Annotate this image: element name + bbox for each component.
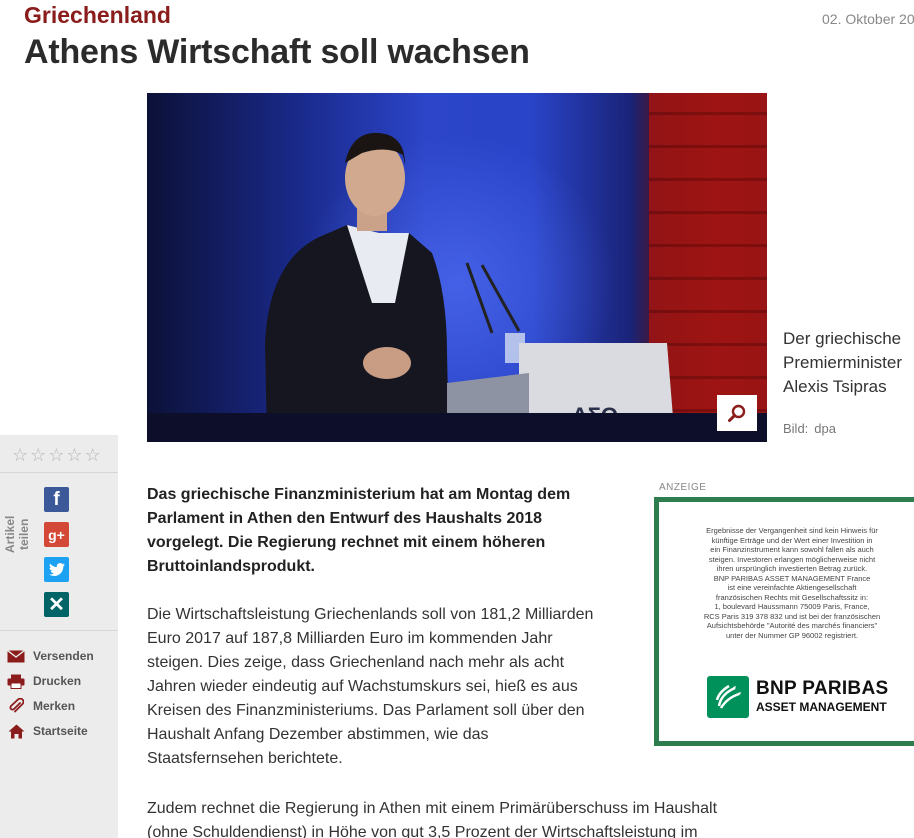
- divider: [0, 472, 118, 473]
- star-icon[interactable]: ☆: [66, 445, 82, 466]
- paragraph-line: (ohne Schuldendienst) in Höhe von gut 3,…: [147, 824, 698, 838]
- star-rating[interactable]: ☆ ☆ ☆ ☆ ☆: [12, 445, 101, 466]
- ad-label: ANZEIGE: [659, 482, 707, 493]
- bookmark-label: Merken: [33, 699, 76, 713]
- ad-line: 1, boulevard Haussmann 75009 Paris, Fran…: [714, 602, 870, 611]
- image-caption: Der griechische Premierminister Alexis T…: [783, 327, 913, 399]
- bnp-logo-icon: [707, 676, 749, 718]
- article-photo[interactable]: ΔΣΘ: [147, 93, 767, 442]
- search-icon: [728, 404, 746, 422]
- article-lead: Das griechische Finanzministerium hat am…: [147, 483, 617, 579]
- star-icon[interactable]: ☆: [85, 445, 101, 466]
- paragraph-line: Die Wirtschaftsleistung Griechenlands so…: [147, 606, 594, 623]
- paragraph-line: Staatsfernsehen berichtete.: [147, 750, 343, 767]
- divider: [0, 630, 118, 631]
- star-icon[interactable]: ☆: [12, 445, 28, 466]
- printer-icon: [7, 674, 25, 689]
- article-paragraph: Die Wirtschaftsleistung Griechenlands so…: [147, 603, 637, 771]
- envelope-icon: [7, 649, 25, 663]
- print-label: Drucken: [33, 674, 82, 688]
- home-label: Startseite: [33, 724, 88, 738]
- caption-line: Premierminister: [783, 353, 903, 372]
- speaker-silhouette: ΔΣΘ: [265, 132, 675, 442]
- xing-icon[interactable]: ✕: [44, 592, 69, 617]
- send-label: Versenden: [33, 649, 94, 663]
- ad-line: unter der Nummer GP 96002 registriert.: [725, 630, 858, 640]
- zoom-button[interactable]: [717, 395, 757, 431]
- brand-subtitle: ASSET MANAGEMENT: [756, 700, 887, 714]
- caption-line: Der griechische: [783, 329, 902, 348]
- ad-line: ihren ursprünglich investierten Betrag z…: [716, 564, 868, 573]
- twitter-icon[interactable]: [44, 557, 69, 582]
- ad-line: ist eine vereinfachte Aktiengesellschaft: [727, 583, 857, 592]
- paragraph-line: steigen. Dies zeige, dass Griechenland n…: [147, 654, 565, 671]
- paragraph-line: Euro 2017 auf 187,8 Milliarden Euro im k…: [147, 630, 553, 647]
- article-date: 02. Oktober 20: [822, 11, 914, 27]
- home-link[interactable]: Startseite: [7, 724, 88, 738]
- ad-line: künftige Erträge und der Wert einer Inve…: [711, 535, 873, 545]
- lead-line: Bruttoinlandsprodukt.: [147, 558, 315, 575]
- image-credit: Bild: dpa: [783, 421, 836, 436]
- ad-line: RCS Paris 319 378 832 und ist bei der fr…: [703, 611, 881, 621]
- print-link[interactable]: Drucken: [7, 674, 82, 689]
- home-icon: [7, 724, 25, 738]
- ad-line: ein Finanzinstrument kann sowohl fallen …: [710, 545, 874, 554]
- brand-name: BNP PARIBAS: [756, 678, 889, 699]
- credit-value: dpa: [814, 421, 836, 436]
- article-category: Griechenland: [24, 2, 171, 28]
- ad-line: BNP PARIBAS ASSET MANAGEMENT France: [713, 573, 871, 583]
- star-icon[interactable]: ☆: [30, 445, 46, 466]
- paragraph-line: Zudem rechnet die Regierung in Athen mit…: [147, 800, 718, 817]
- advertisement-banner[interactable]: Ergebnisse der Vergangenheit sind kein H…: [654, 497, 914, 746]
- ad-line: steigen. Investoren erlangen möglicherwe…: [708, 554, 876, 564]
- ad-disclaimer: Ergebnisse der Vergangenheit sind kein H…: [667, 526, 914, 640]
- paragraph-line: Kreisen des Finanzministeriums. Das Parl…: [147, 702, 585, 719]
- lead-line: Parlament in Athen den Entwurf des Haush…: [147, 510, 543, 527]
- paperclip-icon: [7, 698, 25, 713]
- lead-line: Das griechische Finanzministerium hat am…: [147, 486, 571, 503]
- ad-line: Ergebnisse der Vergangenheit sind kein H…: [706, 526, 878, 535]
- google-plus-icon[interactable]: g+: [44, 522, 69, 547]
- bookmark-link[interactable]: Merken: [7, 698, 76, 713]
- ad-line: französischen Rechts mit Gesellschaftssi…: [715, 592, 869, 602]
- facebook-icon[interactable]: f: [44, 487, 69, 512]
- paragraph-line: Haushalt Anfang Dezember abstimmen, wie …: [147, 726, 489, 743]
- article-headline: Athens Wirtschaft soll wachsen: [24, 33, 530, 71]
- send-link[interactable]: Versenden: [7, 649, 94, 663]
- stage-floor: [147, 413, 767, 442]
- twitter-bird-icon: [48, 562, 65, 576]
- star-icon[interactable]: ☆: [48, 445, 64, 466]
- lead-line: vorgelegt. Die Regierung rechnet mit ein…: [147, 534, 546, 551]
- share-label: Artikel teilen: [3, 515, 31, 553]
- article-paragraph: Zudem rechnet die Regierung in Athen mit…: [147, 797, 767, 838]
- ad-line: Aufsichtsbehörde "Autorité des marchés f…: [706, 621, 878, 630]
- credit-label: Bild:: [783, 421, 809, 436]
- caption-line: Alexis Tsipras: [783, 377, 887, 396]
- paragraph-line: Jahren wieder eindeutig auf Wachstumskur…: [147, 678, 578, 695]
